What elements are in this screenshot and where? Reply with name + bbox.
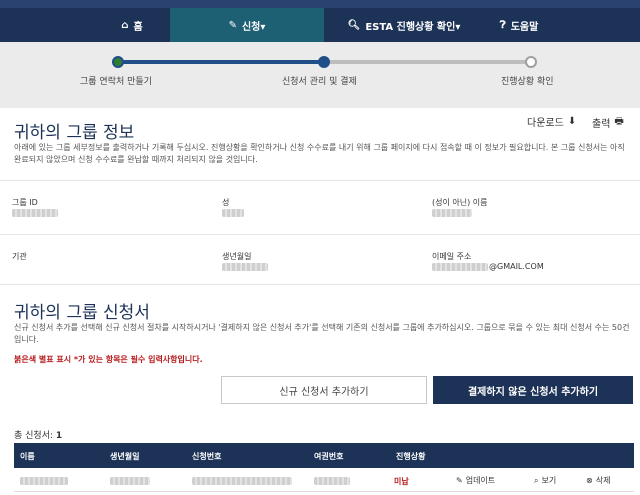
table-row: 미납 ✎ 업데이트 ⌕ 보기 ⊗ 삭제 <box>14 468 634 492</box>
dob-label: 생년월일 <box>222 252 252 261</box>
step-dot-complete <box>112 56 124 68</box>
download-link[interactable]: 다운로드 ⬇ <box>527 114 576 129</box>
nav-apply-label: 신청▾ <box>241 21 266 33</box>
nav-apply[interactable]: ✎ 신청▾ <box>170 8 324 42</box>
divider <box>0 180 640 181</box>
home-icon: ⌂ <box>121 19 129 31</box>
progress-track-done <box>118 60 324 64</box>
download-label: 다운로드 <box>527 118 564 129</box>
total-label: 총 신청서: <box>14 431 54 441</box>
nav-home[interactable]: ⌂ 홈 <box>94 8 170 42</box>
group-info-description: 아래에 있는 그룹 세부정보를 출력하거나 기록해 두십시오. 진행상황을 확인… <box>14 143 625 164</box>
nav-status-label: ESTA 진행상황 확인▾ <box>365 21 461 33</box>
view-label: 보기 <box>541 476 557 485</box>
progress-track-pending <box>324 60 531 64</box>
status-badge: 미납 <box>394 477 409 486</box>
applications-table-header: 이름 생년월일 신청번호 여권번호 진행상황 <box>14 443 634 468</box>
col-name: 이름 <box>20 452 35 461</box>
print-label: 출력 <box>592 119 611 130</box>
add-new-application-button[interactable]: 신규 신청서 추가하기 <box>221 376 427 404</box>
delete-label: 삭제 <box>595 476 611 485</box>
step-label-2: 신청서 관리 및 결제 <box>282 77 357 87</box>
download-icon: ⬇ <box>567 116 577 127</box>
passport-number-redacted <box>314 477 350 485</box>
progress-steps: 그룹 연락처 만들기 신청서 관리 및 결제 진행상황 확인 <box>0 42 640 108</box>
nav-help[interactable]: ❓︎ 도움말 <box>484 8 554 42</box>
organization-label: 기관 <box>12 252 27 261</box>
col-dob: 생년월일 <box>110 452 140 461</box>
group-id-label: 그룹 ID <box>12 198 38 207</box>
surname-label: 성 <box>222 198 230 207</box>
total-applications: 총 신청서: 1 <box>14 428 62 441</box>
view-link[interactable]: ⌕ 보기 <box>534 475 556 486</box>
group-info-title: 귀하의 그룹 정보 <box>14 123 135 143</box>
dob-value-redacted <box>222 263 268 271</box>
surname-value-redacted <box>222 209 244 217</box>
email-value-redacted <box>432 263 488 271</box>
main-nav: ⌂ 홈 ✎ 신청▾ 🔍︎ ESTA 진행상황 확인▾ ❓︎ 도움말 <box>0 8 640 42</box>
dob-redacted <box>110 477 150 485</box>
step-dot-current <box>318 56 330 68</box>
close-circle-icon: ⊗ <box>586 476 593 485</box>
nav-home-label: 홈 <box>133 21 143 33</box>
nav-help-label: 도움말 <box>510 21 539 33</box>
nav-status[interactable]: 🔍︎ ESTA 진행상황 확인▾ <box>324 8 484 42</box>
email-label: 이메일 주소 <box>432 252 472 261</box>
step-label-3: 진행상황 확인 <box>501 77 554 87</box>
search-icon: 🔍︎ <box>347 19 361 31</box>
search-icon: ⌕ <box>534 475 539 485</box>
pencil-icon: ✎ <box>228 19 237 31</box>
total-count: 1 <box>55 431 63 441</box>
application-number-redacted <box>192 477 292 485</box>
question-circle-icon: ❓︎ <box>499 19 506 31</box>
applications-title: 귀하의 그룹 신청서 <box>14 303 150 323</box>
add-unpaid-application-button[interactable]: 결제하지 않은 신청서 추가하기 <box>433 376 633 404</box>
given-name-label: (성이 아닌) 이름 <box>432 198 488 207</box>
step-dot-pending <box>525 56 537 68</box>
update-label: 업데이트 <box>465 476 496 485</box>
print-link[interactable]: 출력 🖶 <box>592 114 624 131</box>
email-domain: @GMAIL.COM <box>489 262 544 271</box>
col-passport-number: 여권번호 <box>314 452 344 461</box>
given-name-value-redacted <box>432 209 472 217</box>
update-link[interactable]: ✎ 업데이트 <box>456 475 495 486</box>
main-panel: 귀하의 그룹 정보 다운로드 ⬇ 출력 🖶 아래에 있는 그룹 세부정보를 출력… <box>0 108 640 495</box>
pencil-icon: ✎ <box>456 476 463 485</box>
step-label-1: 그룹 연락처 만들기 <box>80 77 152 87</box>
col-status: 진행상황 <box>396 452 426 461</box>
print-icon: 🖶 <box>614 116 624 127</box>
name-redacted <box>20 477 68 485</box>
applications-description: 신규 신청서 추가를 선택해 신규 신청서 절차를 시작하시거나 '결제하지 않… <box>14 323 630 344</box>
banner-band <box>0 0 640 8</box>
group-id-value-redacted <box>12 209 58 217</box>
delete-link[interactable]: ⊗ 삭제 <box>586 475 610 486</box>
divider <box>0 284 640 285</box>
required-fields-note: 붉은색 별표 표시 *가 있는 항목은 필수 입력사항입니다. <box>14 355 203 364</box>
col-application-number: 신청번호 <box>192 452 222 461</box>
divider <box>0 234 640 235</box>
